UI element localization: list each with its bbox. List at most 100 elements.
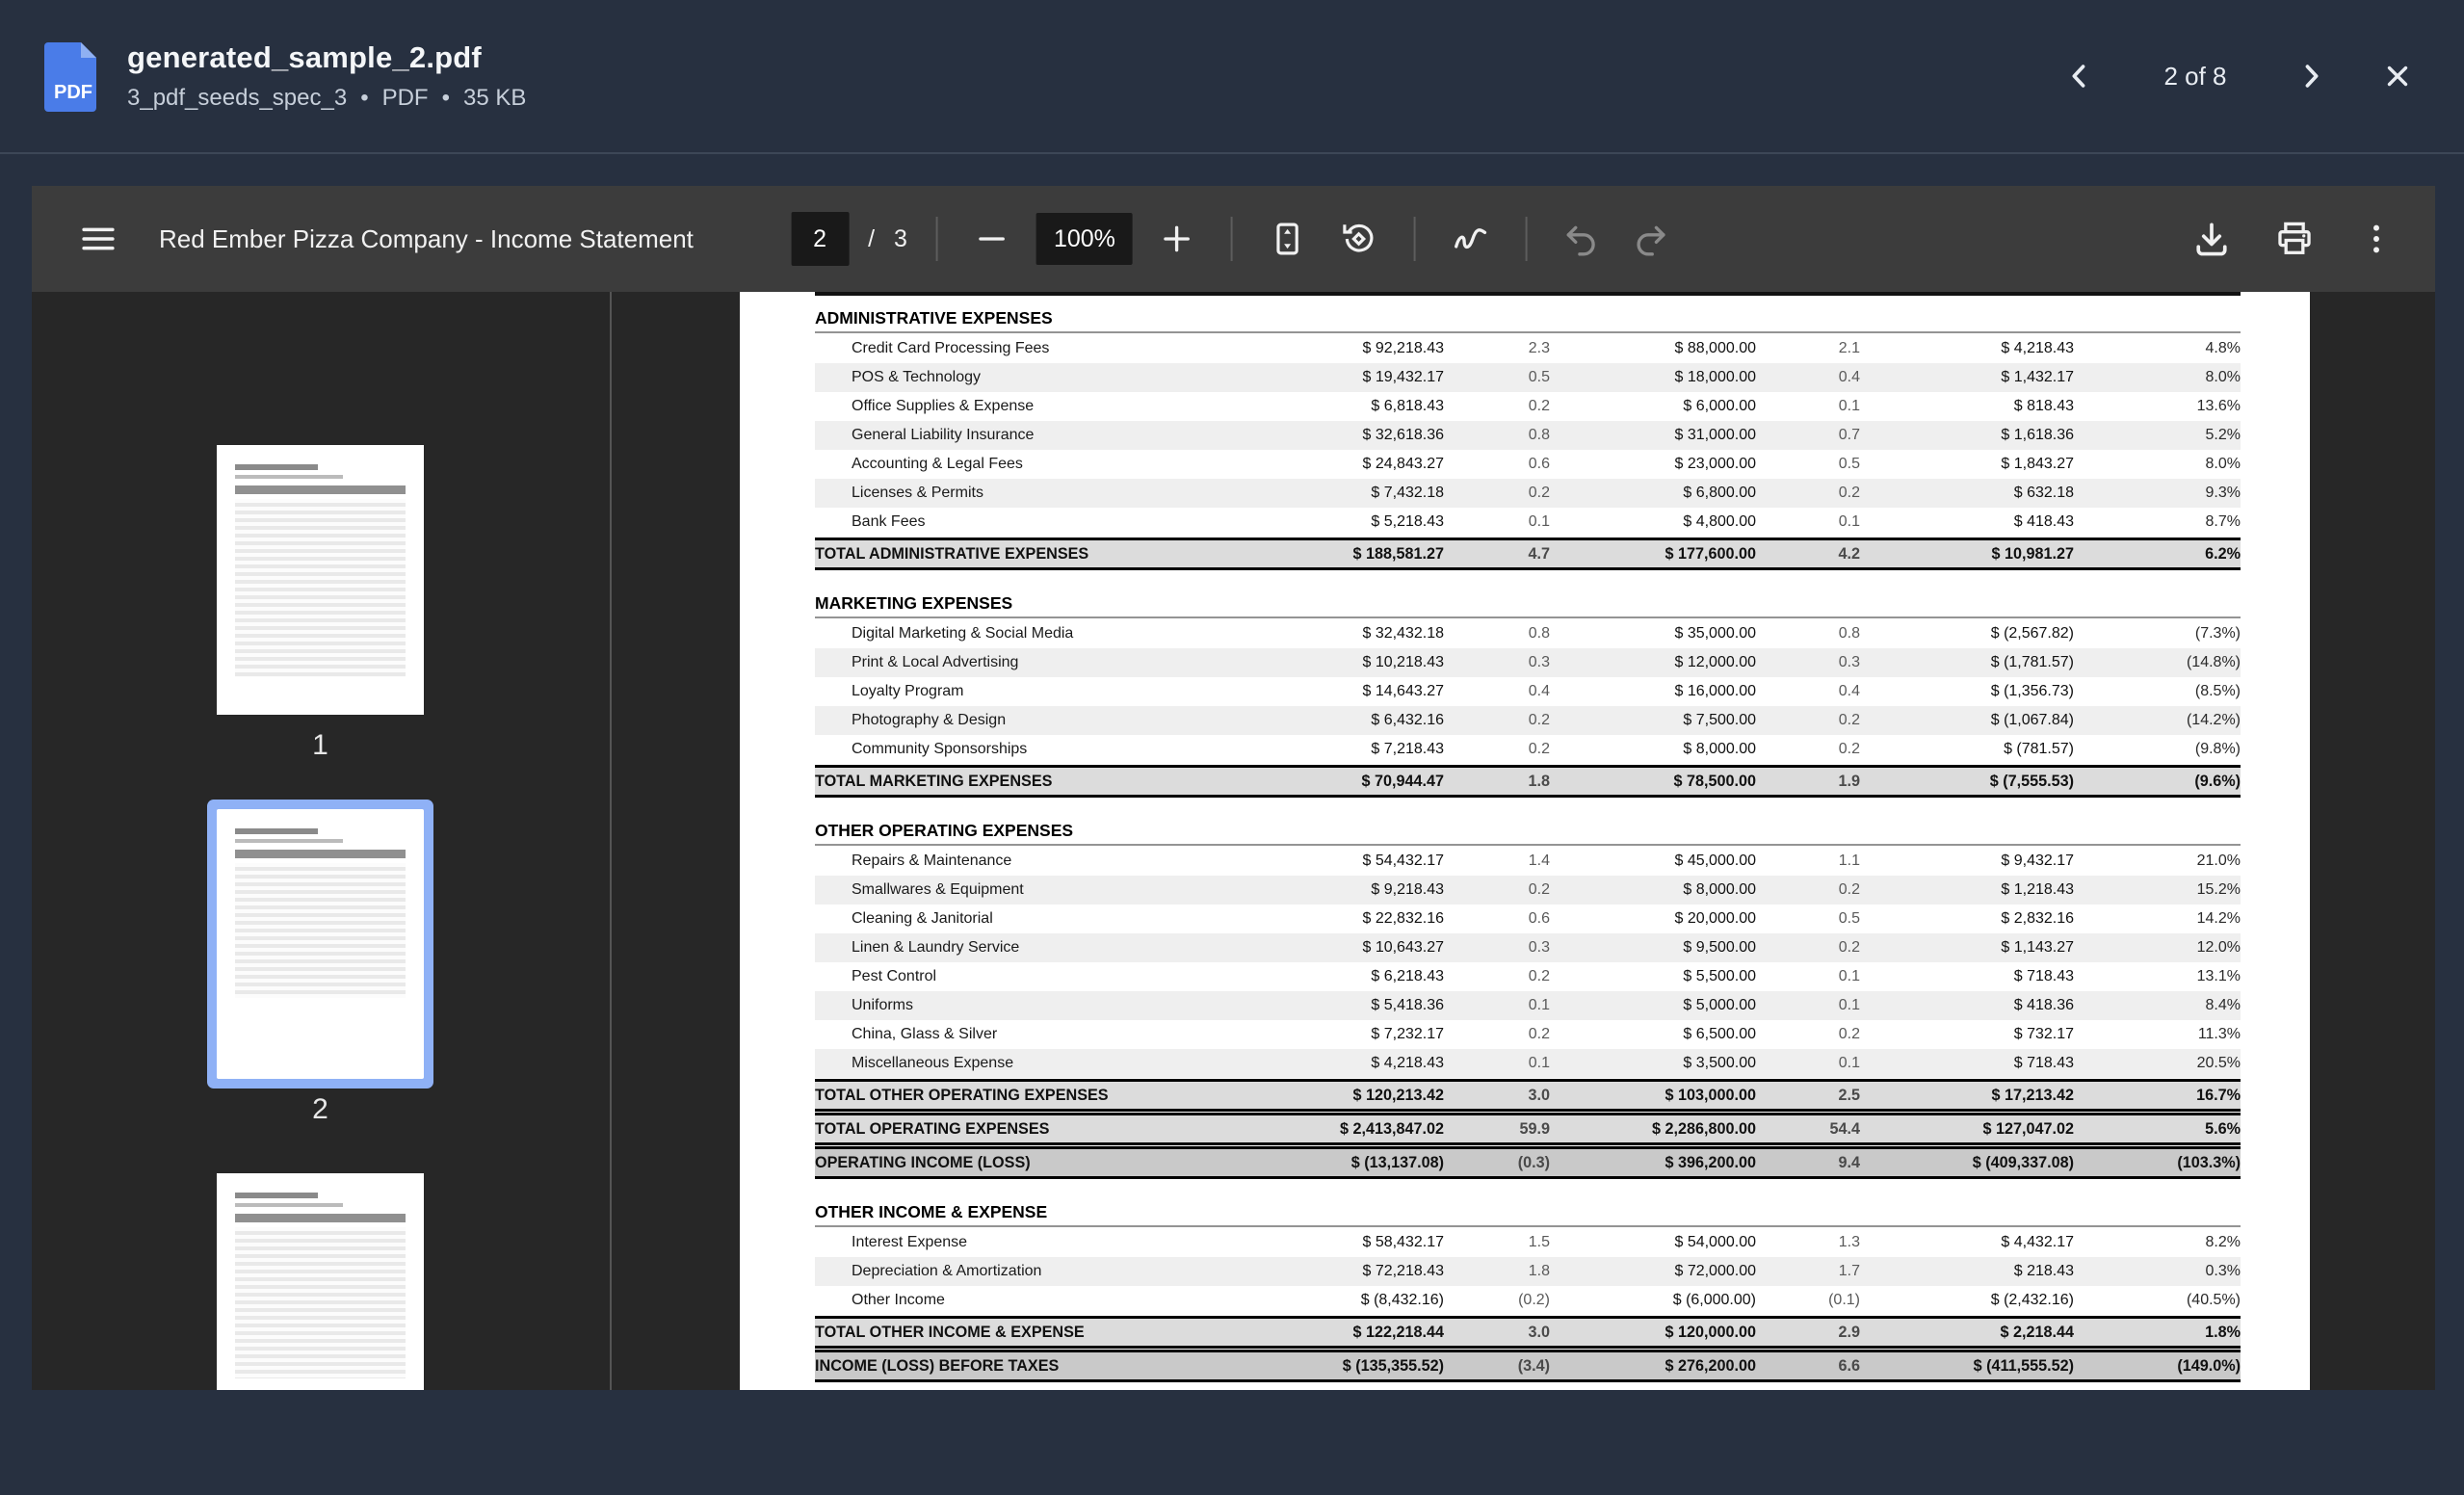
print-button[interactable] <box>2267 212 2321 266</box>
hamburger-menu-icon <box>78 219 118 259</box>
line-item-row: Interest Expense $ 58,432.17 1.5 $ 54,000.0… <box>852 1234 2241 1250</box>
section-header-row: OTHER OPERATING EXPENSES <box>815 812 2241 846</box>
file-meta: 3_pdf_seeds_spec_3 • PDF • 35 KB <box>127 85 526 112</box>
income-table: ADMINISTRATIVE EXPENSES Credit Card Proce… <box>815 292 2241 1390</box>
more-options-button[interactable] <box>2350 213 2402 265</box>
line-item-row: Photography & Design $ 6,432.16 0.2 $ 7,500… <box>815 706 2241 735</box>
line-item-row: General Liability Insurance $ 32,618.36 0.… <box>815 421 2241 450</box>
pdf-file-icon: PDF <box>42 40 102 112</box>
toolbar-actions <box>2185 186 2435 292</box>
file-size: 35 KB <box>463 85 527 111</box>
page-thumbnail-2[interactable]: 2 <box>217 809 424 1125</box>
line-item-row: Smallwares & Equipment $ 9,218.43 0.2 $ 8,0… <box>815 876 2241 905</box>
line-item-row: POS & Technology $ 19,432.17 0.5 $ 18,000.0… <box>815 363 2241 392</box>
pdf-viewer: Red Ember Pizza Company - Income Stateme… <box>32 186 2435 1390</box>
plus-icon <box>1158 220 1196 258</box>
section-header-row: ADMINISTRATIVE EXPENSES <box>815 300 2241 333</box>
line-item-row: Accounting & Legal Fees $ 24,843.27 0.6 $ 2… <box>852 456 2241 472</box>
page-cut-border <box>815 292 2241 296</box>
thumbnail-preview <box>217 445 424 715</box>
section-header-row: MARKETING EXPENSES <box>815 585 2241 618</box>
previous-file-button[interactable] <box>2056 52 2104 100</box>
viewer-content: 12 ADMINISTRATIVE EXPENSES Credit Card Pr… <box>32 292 2435 1390</box>
print-icon <box>2273 218 2316 260</box>
toolbar-divider <box>1230 217 1233 261</box>
line-item-row: Licenses & Permits $ 7,432.18 0.2 $ 6,800.0… <box>815 479 2241 508</box>
page-thumbnail-1[interactable]: 1 <box>217 445 424 761</box>
download-button[interactable] <box>2185 212 2239 266</box>
page-number-input[interactable] <box>791 212 850 266</box>
menu-button[interactable] <box>72 213 124 265</box>
pdf-toolbar: Red Ember Pizza Company - Income Stateme… <box>32 186 2435 292</box>
toolbar-divider <box>935 217 938 261</box>
line-item-row: Income Tax Provision$ 0.000.0$ 0.000.0$ … <box>815 1383 2241 1390</box>
line-item-row: Loyalty Program $ 14,643.27 0.4 $ 16,000.00… <box>852 683 2241 699</box>
grand-total-row: OPERATING INCOME (LOSS) $ (13,137.08) (0.3… <box>815 1146 2241 1179</box>
close-preview-button[interactable] <box>2373 52 2422 100</box>
zoom-level[interactable]: 100% <box>1035 213 1133 265</box>
line-item-row: Miscellaneous Expense $ 4,218.43 0.1 $ 3,50… <box>815 1049 2241 1078</box>
thumbnail-page-number: 1 <box>312 729 328 761</box>
redo-icon <box>1632 220 1670 258</box>
line-item-row: Repairs & Maintenance $ 54,432.17 1.4 $ 45,… <box>852 852 2241 869</box>
page-total: 3 <box>894 224 907 252</box>
panel-divider <box>610 292 612 1390</box>
file-info: PDF generated_sample_2.pdf 3_pdf_seeds_s… <box>42 40 526 112</box>
line-item-row: Linen & Laundry Service $ 10,643.27 0.3 $ 9… <box>815 933 2241 962</box>
close-icon <box>2381 60 2414 92</box>
line-item-row: Pest Control $ 6,218.43 0.2 $ 5,500.00 0.1 $ … <box>852 968 2241 984</box>
line-item-row: China, Glass & Silver $ 7,232.17 0.2 $ 6,50… <box>852 1026 2241 1042</box>
undo-button[interactable] <box>1557 214 1607 264</box>
total-row: TOTAL OTHER INCOME & EXPENSE $ 122,218.44… <box>815 1316 2241 1349</box>
annotate-button[interactable] <box>1445 213 1497 265</box>
line-item-row: Depreciation & Amortization $ 72,218.43 1.… <box>815 1257 2241 1286</box>
grand-total-row: INCOME (LOSS) BEFORE TAXES $ (135,355.52)… <box>815 1350 2241 1382</box>
download-icon <box>2190 218 2233 260</box>
fit-to-page-button[interactable] <box>1262 213 1314 265</box>
thumbnail-panel: 12 <box>32 292 610 1390</box>
total-row: TOTAL OPERATING EXPENSES $ 2,413,847.02 59… <box>815 1113 2241 1145</box>
total-row: TOTAL MARKETING EXPENSES $ 70,944.47 1.8 $ … <box>815 765 2241 798</box>
zoom-out-button[interactable] <box>967 214 1017 264</box>
chevron-right-icon <box>2294 60 2327 92</box>
meta-separator: • <box>360 85 369 111</box>
file-preview-modal: PDF generated_sample_2.pdf 3_pdf_seeds_s… <box>0 0 2464 1495</box>
line-item-row: Print & Local Advertising $ 10,218.43 0.3 $… <box>815 648 2241 677</box>
line-item-row: Cleaning & Janitorial $ 22,832.16 0.6 $ 20,… <box>852 910 2241 927</box>
total-row: TOTAL OTHER OPERATING EXPENSES $ 120,213.… <box>815 1079 2241 1112</box>
chevron-left-icon <box>2063 60 2096 92</box>
redo-button[interactable] <box>1626 214 1676 264</box>
pagination-label: 2 of 8 <box>2163 61 2227 91</box>
thumbnail-preview <box>217 1173 424 1390</box>
file-name: generated_sample_2.pdf <box>127 40 482 74</box>
line-item-row: Uniforms $ 5,418.36 0.1 $ 5,000.00 0.1 $ 418.… <box>815 991 2241 1020</box>
kebab-menu-icon <box>2356 219 2397 259</box>
zoom-in-button[interactable] <box>1152 214 1202 264</box>
minus-icon <box>973 220 1011 258</box>
page-separator: / <box>868 224 876 252</box>
toolbar-divider <box>1525 217 1528 261</box>
line-item-row: Bank Fees $ 5,218.43 0.1 $ 4,800.00 0.1 $ 418… <box>852 513 2241 530</box>
section-header-row: OTHER INCOME & EXPENSE <box>815 1193 2241 1227</box>
thumbnail-page-number: 2 <box>312 1093 328 1125</box>
rotate-button[interactable] <box>1333 213 1385 265</box>
page-thumbnail-3[interactable] <box>217 1173 424 1390</box>
rotate-icon <box>1339 219 1379 259</box>
line-item-row: Office Supplies & Expense $ 6,818.43 0.2 $ … <box>852 398 2241 414</box>
fit-to-page-icon <box>1268 219 1308 259</box>
pen-squiggle-icon <box>1451 219 1491 259</box>
preview-pagination: 2 of 8 <box>2056 52 2422 100</box>
pdf-page: ADMINISTRATIVE EXPENSES Credit Card Proce… <box>740 292 2310 1390</box>
page-zoom-controls: / 3 100% <box>791 186 1676 292</box>
file-type: PDF <box>381 85 429 111</box>
line-item-row: Digital Marketing & Social Media $ 32,432… <box>852 625 2241 642</box>
svg-text:PDF: PDF <box>54 82 92 103</box>
meta-separator: • <box>441 85 450 111</box>
document-title: Red Ember Pizza Company - Income Stateme… <box>159 223 694 253</box>
file-source: 3_pdf_seeds_spec_3 <box>127 85 348 111</box>
thumbnail-preview <box>217 809 424 1079</box>
line-item-row: Community Sponsorships $ 7,218.43 0.2 $ 8,0… <box>852 741 2241 757</box>
next-file-button[interactable] <box>2287 52 2335 100</box>
